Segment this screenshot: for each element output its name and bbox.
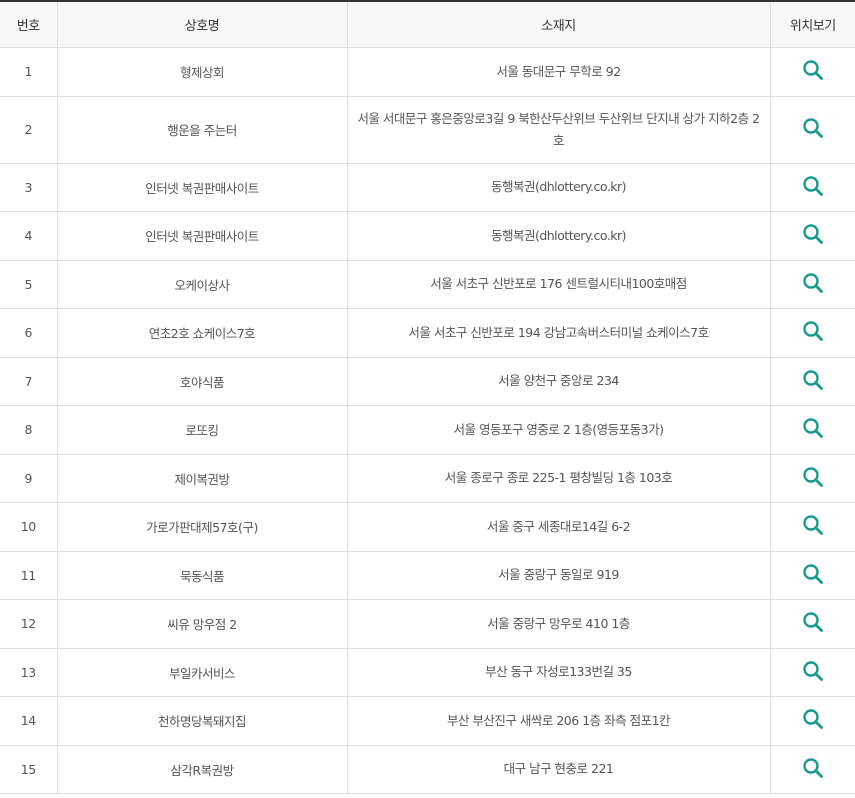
header-no: 번호	[0, 1, 58, 48]
search-icon[interactable]	[801, 319, 825, 343]
store-name: 가로가판대제57호(구)	[57, 502, 348, 552]
table-row: 4 인터넷 복권판매사이트 동행복권(dhlottery.co.kr)	[0, 211, 855, 261]
search-icon[interactable]	[801, 610, 825, 634]
store-address: 부산 부산진구 새싹로 206 1층 좌측 점포1칸	[347, 696, 771, 746]
table-row: 12 씨유 망우점 2 서울 중랑구 망우로 410 1층	[0, 599, 855, 649]
store-address: 서울 서초구 신반포로 176 센트럴시티내100호매점	[347, 260, 771, 309]
store-address: 서울 중구 세종대로14길 6-2	[347, 502, 771, 552]
search-icon[interactable]	[801, 756, 825, 780]
store-number: 14	[0, 696, 58, 746]
store-number: 15	[0, 745, 58, 794]
map-cell	[770, 47, 855, 97]
search-icon[interactable]	[801, 416, 825, 440]
table-row: 6 연초2호 쇼케이스7호 서울 서초구 신반포로 194 강남고속버스터미널 …	[0, 308, 855, 358]
store-number: 6	[0, 308, 58, 358]
store-address: 동행복권(dhlottery.co.kr)	[347, 163, 771, 212]
store-number: 2	[0, 96, 58, 164]
map-cell	[770, 357, 855, 406]
store-number: 5	[0, 260, 58, 309]
store-name: 호야식품	[57, 357, 348, 406]
map-cell	[770, 260, 855, 309]
table-body: 1 형제상회 서울 동대문구 무학로 92 2 행운을 주는터 서울 서대문구 …	[0, 47, 855, 794]
header-name: 상호명	[57, 1, 348, 48]
map-cell	[770, 211, 855, 261]
store-address: 서울 서대문구 홍은중앙로3길 9 북한산두산위브 두산위브 단지내 상가 지하…	[347, 96, 771, 164]
search-icon[interactable]	[801, 368, 825, 392]
header-address: 소재지	[347, 1, 771, 48]
table-header: 번호 상호명 소재지 위치보기	[0, 1, 855, 48]
map-cell	[770, 405, 855, 455]
header-map: 위치보기	[770, 1, 855, 48]
store-address: 서울 서초구 신반포로 194 강남고속버스터미널 쇼케이스7호	[347, 308, 771, 358]
map-cell	[770, 454, 855, 503]
table-row: 1 형제상회 서울 동대문구 무학로 92	[0, 47, 855, 97]
search-icon[interactable]	[801, 116, 825, 140]
store-name: 연초2호 쇼케이스7호	[57, 308, 348, 358]
store-name: 천하명당복돼지집	[57, 696, 348, 746]
table-row: 11 묵동식품 서울 중랑구 동일로 919	[0, 551, 855, 600]
store-name: 부일카서비스	[57, 648, 348, 697]
table-row: 13 부일카서비스 부산 동구 자성로133번길 35	[0, 648, 855, 697]
map-cell	[770, 96, 855, 164]
lottery-store-table: 번호 상호명 소재지 위치보기 1 형제상회 서울 동대문구 무학로 92 2 …	[0, 0, 855, 794]
search-icon[interactable]	[801, 659, 825, 683]
store-name: 씨유 망우점 2	[57, 599, 348, 649]
store-name: 삼각R복권방	[57, 745, 348, 794]
store-address: 서울 중랑구 동일로 919	[347, 551, 771, 600]
search-icon[interactable]	[801, 707, 825, 731]
store-address: 서울 영등포구 영중로 2 1층(영등포동3가)	[347, 405, 771, 455]
table-row: 3 인터넷 복권판매사이트 동행복권(dhlottery.co.kr)	[0, 163, 855, 212]
store-name: 행운을 주는터	[57, 96, 348, 164]
table-row: 15 삼각R복권방 대구 남구 현충로 221	[0, 745, 855, 794]
table-row: 7 호야식품 서울 양천구 중앙로 234	[0, 357, 855, 406]
store-number: 8	[0, 405, 58, 455]
search-icon[interactable]	[801, 513, 825, 537]
search-icon[interactable]	[801, 562, 825, 586]
map-cell	[770, 696, 855, 746]
store-number: 7	[0, 357, 58, 406]
store-number: 9	[0, 454, 58, 503]
map-cell	[770, 648, 855, 697]
header-row: 번호 상호명 소재지 위치보기	[0, 1, 855, 48]
store-number: 11	[0, 551, 58, 600]
store-address: 서울 중랑구 망우로 410 1층	[347, 599, 771, 649]
table-row: 5 오케이상사 서울 서초구 신반포로 176 센트럴시티내100호매점	[0, 260, 855, 309]
map-cell	[770, 502, 855, 552]
store-address: 서울 동대문구 무학로 92	[347, 47, 771, 97]
store-address: 대구 남구 현충로 221	[347, 745, 771, 794]
search-icon[interactable]	[801, 174, 825, 198]
search-icon[interactable]	[801, 271, 825, 295]
store-name: 인터넷 복권판매사이트	[57, 163, 348, 212]
store-name: 제이복권방	[57, 454, 348, 503]
table-row: 8 로또킹 서울 영등포구 영중로 2 1층(영등포동3가)	[0, 405, 855, 455]
store-address: 부산 동구 자성로133번길 35	[347, 648, 771, 697]
store-name: 오케이상사	[57, 260, 348, 309]
map-cell	[770, 745, 855, 794]
table-row: 10 가로가판대제57호(구) 서울 중구 세종대로14길 6-2	[0, 502, 855, 552]
map-cell	[770, 308, 855, 358]
store-name: 묵동식품	[57, 551, 348, 600]
store-address: 서울 종로구 종로 225-1 평창빌딩 1층 103호	[347, 454, 771, 503]
map-cell	[770, 551, 855, 600]
store-number: 4	[0, 211, 58, 261]
store-address: 동행복권(dhlottery.co.kr)	[347, 211, 771, 261]
table-row: 2 행운을 주는터 서울 서대문구 홍은중앙로3길 9 북한산두산위브 두산위브…	[0, 96, 855, 164]
store-number: 3	[0, 163, 58, 212]
store-number: 12	[0, 599, 58, 649]
search-icon[interactable]	[801, 58, 825, 82]
map-cell	[770, 599, 855, 649]
search-icon[interactable]	[801, 465, 825, 489]
store-address: 서울 양천구 중앙로 234	[347, 357, 771, 406]
store-number: 13	[0, 648, 58, 697]
store-name: 로또킹	[57, 405, 348, 455]
store-name: 인터넷 복권판매사이트	[57, 211, 348, 261]
search-icon[interactable]	[801, 222, 825, 246]
store-number: 10	[0, 502, 58, 552]
store-number: 1	[0, 47, 58, 97]
table-row: 14 천하명당복돼지집 부산 부산진구 새싹로 206 1층 좌측 점포1칸	[0, 696, 855, 746]
map-cell	[770, 163, 855, 212]
store-name: 형제상회	[57, 47, 348, 97]
table-row: 9 제이복권방 서울 종로구 종로 225-1 평창빌딩 1층 103호	[0, 454, 855, 503]
